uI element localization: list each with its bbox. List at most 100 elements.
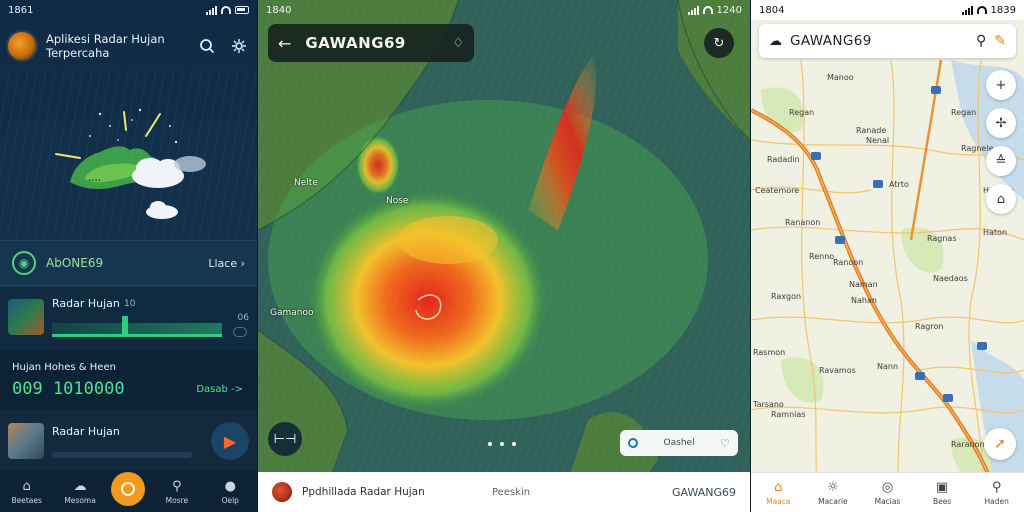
radar-fab-button[interactable] [111,472,146,506]
map-search-bar[interactable]: ☁ GAWANG69 ⚲ ✎ [759,24,1016,58]
compass-button[interactable]: ✢ [986,108,1016,138]
home-screen: 1861 Aplikesi Radar Hujan Terpercaha ◉ A… [0,0,257,512]
refresh-button[interactable]: ↻ [704,28,734,58]
radar-card[interactable]: Radar Hujan 10 06 [0,288,257,346]
nav-item-label: Beetaes [11,496,42,505]
stats-title: Hujan Hohes & Heen [12,362,116,373]
map-place-label: Ramnias [771,410,806,419]
layers-button[interactable]: ⊢⊣ [268,422,302,456]
location-row[interactable]: ◉ AbONE69 Llace › [0,240,257,286]
nav-item-globe[interactable]: ◎ Macias [862,480,912,506]
bottom-navigation: ⌂ Beetaes ☁ Mesoma ⚲ Mosre ● Oelp [0,472,257,512]
wifi-icon [702,6,713,14]
wifi-icon [221,6,231,14]
location-pin-icon: ◉ [12,251,36,275]
status-bar: 1861 [0,0,257,20]
play-button[interactable]: ▶ [211,422,249,460]
location-pin-icon[interactable]: ♢ [452,36,464,51]
map-top-bar: ← GAWANG69 ♢ [268,24,474,62]
map-place-label: Ragron [915,322,944,331]
settings-icon[interactable] [227,34,251,58]
map-title: GAWANG69 [305,34,406,52]
map-place-label: Naman [849,280,878,289]
weather-hero-illustration: •••• [0,70,257,238]
legend-label: Oashel [663,438,695,448]
circle-icon [628,438,638,448]
navigate-button[interactable]: ➚ [984,428,1016,460]
map-place-label: Ceatemore [755,186,800,195]
map-place-label: Renno [809,252,835,261]
nav-item-weather[interactable]: ☁ Mesoma [58,479,102,505]
map-place-label: Regan [789,108,815,117]
graph-toggle[interactable] [233,327,247,337]
status-bar: 1804 1839 [751,0,1024,20]
nav-item-weather[interactable]: ☼ Macarie [808,480,858,506]
layers-icon: ⊢⊣ [273,431,297,447]
app-logo [272,482,292,502]
status-battery-level: 1240 [716,4,742,16]
bottom-brand-text: Ppdhillada Radar Hujan [302,486,425,498]
home-icon: ⌂ [22,479,31,494]
radar-thumbnail [8,299,44,335]
calendar-icon: ▣ [935,479,949,495]
chevron-right-icon: › [240,256,245,270]
status-battery-level: 1839 [990,4,1016,16]
road-map-screen: 1804 1839 ☁ GAWANG69 ⚲ ✎ Manoo Regan Regan… [751,0,1024,512]
map-place-label: Naedaos [933,274,968,283]
globe-icon: ◎ [881,479,894,495]
search-icon: ⚲ [172,479,182,494]
rain-stats-card[interactable]: Hujan Hohes & Heen 009 1010000 Dasab -> [0,350,257,410]
location-more-link[interactable]: Llace › [208,257,245,270]
nav-item-search[interactable]: ⚲ Mosre [155,479,199,505]
pen-icon[interactable]: ✎ [994,33,1006,49]
refresh-icon: ↻ [713,35,725,51]
map-bottom-bar: Ppdhillada Radar Hujan Peeskin GAWANG69 [258,472,750,512]
status-time: 1861 [8,4,34,16]
app-header: Aplikesi Radar Hujan Terpercaha [6,26,251,66]
app-title: Aplikesi Radar Hujan Terpercaha [46,32,165,60]
play-icon: ▶ [223,431,237,451]
nav-item-label: Haden [984,496,1009,506]
player-progress-track[interactable] [52,451,192,458]
profile-icon: ● [224,479,236,494]
zoom-in-button[interactable]: + [986,70,1016,100]
map-place-label: Ravamos [819,366,856,375]
map-legend-pill[interactable]: Oashel ♡ [620,430,738,456]
map-place-label: Haton [983,228,1008,237]
nav-item-search[interactable]: ⚲ Haden [972,480,1022,506]
map-place-label: Regan [951,108,977,117]
search-icon[interactable] [195,34,219,58]
compass-icon: ✢ [995,115,1007,131]
nav-item-label: Macias [874,496,901,506]
signal-icon [206,5,217,15]
cloud-logo-icon: ☁ [769,33,782,49]
map-place-label: Rasmon [753,348,786,357]
status-time: 1804 [759,4,785,16]
road-map[interactable] [751,0,1024,512]
stats-details-link[interactable]: Dasab -> [196,384,243,395]
location-icon: ⌂ [996,191,1006,207]
map-place-label: Nahan [851,296,877,305]
back-arrow-icon[interactable]: ← [278,34,291,53]
radar-card-label: Radar Hujan [52,297,120,310]
map-place-label: Ragnas [927,234,957,243]
shield-icon: ♡ [720,436,730,450]
nav-item-calendar[interactable]: ▣ Bees [917,480,967,506]
signal-icon [961,5,973,15]
map-place-label: Nann [877,362,899,371]
map-place-label: Ranade [856,126,887,135]
navigate-icon: ➚ [994,436,1006,452]
nav-item-home[interactable]: ⌂ Beetaes [5,479,49,505]
bottom-right-text: GAWANG69 [672,485,736,499]
radar-player-card[interactable]: Radar Hujan ▶ [0,412,257,470]
bottom-navigation: ⌂ Maaca ☼ Macarie ◎ Macias ▣ Bees ⚲ Hade… [751,472,1024,512]
weather-icon: ☼ [827,479,839,495]
map-place-label: Nelte [294,178,318,188]
location-button[interactable]: ⌂ [986,184,1016,214]
nav-item-home[interactable]: ⌂ Maaca [753,480,803,506]
layers-button[interactable]: ≙ [986,146,1016,176]
search-icon[interactable]: ⚲ [976,33,986,49]
nav-item-label: Mosre [165,496,189,505]
nav-item-profile[interactable]: ● Oelp [208,479,252,505]
plus-icon: + [995,77,1007,93]
